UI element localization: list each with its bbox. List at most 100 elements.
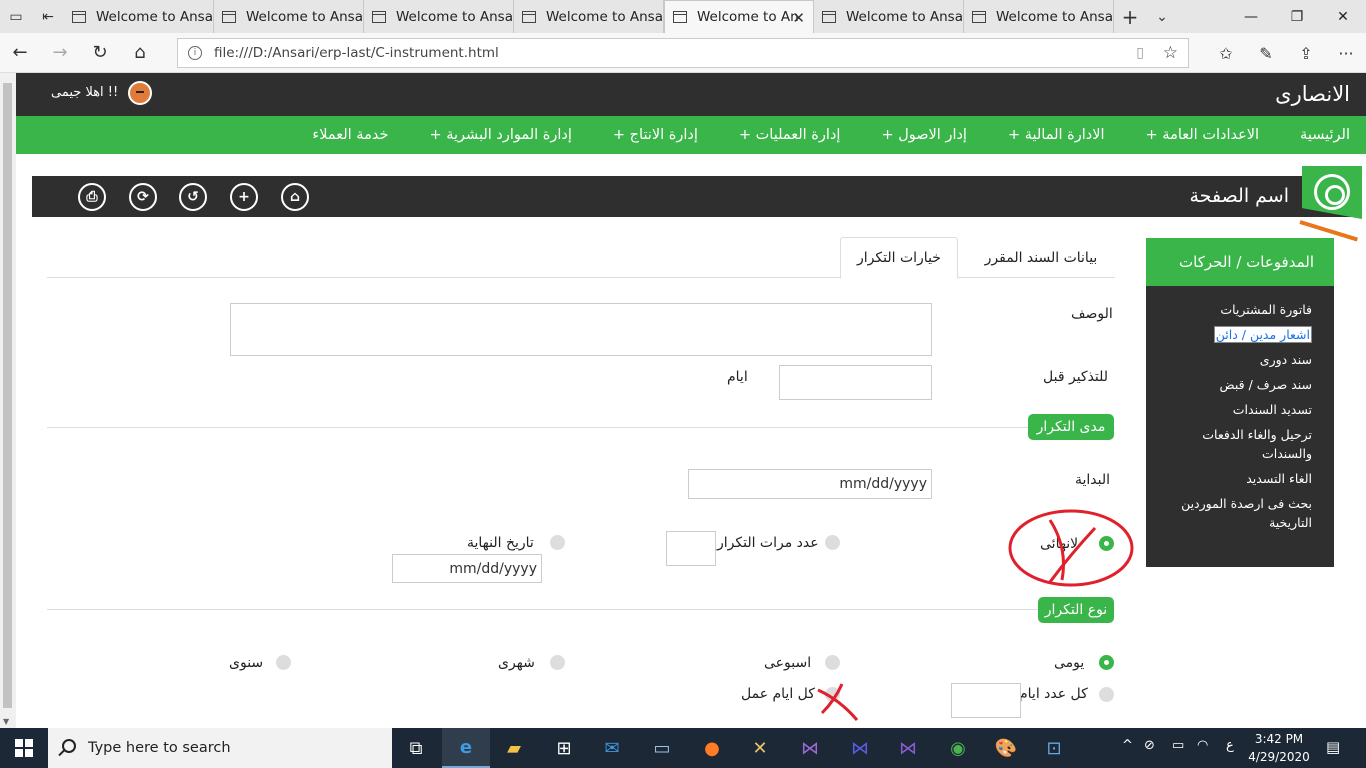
occurrences-radio[interactable]: [825, 535, 840, 550]
sidebar-item-settle-vouchers[interactable]: تسديد السندات: [1156, 400, 1312, 419]
yearly-radio[interactable]: [276, 655, 291, 670]
home-browser-icon[interactable]: ⌂: [120, 33, 160, 73]
every-workday-radio[interactable]: [825, 687, 840, 702]
info-icon[interactable]: i: [188, 46, 202, 60]
refresh-icon[interactable]: ⟳: [129, 183, 157, 211]
store-icon[interactable]: ⊞: [540, 728, 588, 768]
menu-item-finance[interactable]: الادارة المالية +: [1008, 127, 1105, 143]
no-end-radio[interactable]: [1099, 536, 1114, 551]
chrome-icon[interactable]: ◉: [934, 728, 982, 768]
set-tabs-aside-icon[interactable]: ⇤: [32, 0, 64, 33]
brand-name[interactable]: الانصارى: [1275, 82, 1350, 106]
back-icon[interactable]: ←: [0, 33, 40, 73]
tab-recurrence-options[interactable]: خيارات التكرار: [840, 237, 958, 279]
url-field[interactable]: i file:///D:/Ansari/erp-last/C-instrumen…: [177, 38, 1189, 68]
home-icon[interactable]: ⌂: [281, 183, 309, 211]
favorites-list-icon[interactable]: ✩: [1206, 33, 1246, 73]
occurrences-input[interactable]: [666, 531, 716, 566]
tools-icon[interactable]: ✕: [736, 728, 784, 768]
reading-view-icon[interactable]: ▯: [1136, 45, 1144, 61]
close-tab-icon[interactable]: ✕: [792, 9, 805, 27]
tab-voucher-data[interactable]: بيانات السند المقرر: [967, 237, 1115, 279]
menu-item-general-settings[interactable]: الاعدادات العامة +: [1146, 127, 1260, 143]
browser-tab[interactable]: Welcome to Ansari: [814, 0, 964, 33]
undo-icon[interactable]: ↺: [179, 183, 207, 211]
network-app-icon[interactable]: ⊡: [1030, 728, 1078, 768]
new-tab-icon[interactable]: +: [1114, 0, 1146, 33]
description-textarea[interactable]: [230, 303, 932, 356]
visual-studio-3-icon[interactable]: ⋈: [884, 728, 932, 768]
page-scrollbar[interactable]: ▼: [0, 73, 16, 728]
pen-notes-icon[interactable]: ✎: [1246, 33, 1286, 73]
reload-icon[interactable]: ↻: [80, 33, 120, 73]
weekly-radio[interactable]: [825, 655, 840, 670]
reminder-days-input[interactable]: [779, 365, 932, 400]
share-icon[interactable]: ⇪: [1286, 33, 1326, 73]
visual-studio-icon[interactable]: ⋈: [786, 728, 834, 768]
scrollbar-thumb[interactable]: [3, 83, 12, 708]
firefox-icon[interactable]: ●: [688, 728, 736, 768]
taskbar-search-box[interactable]: Type here to search: [48, 728, 392, 768]
menu-item-home[interactable]: الرئيسية: [1300, 127, 1350, 143]
every-n-days-radio[interactable]: [1099, 687, 1114, 702]
close-window-icon[interactable]: ✕: [1320, 0, 1366, 33]
scroll-down-icon[interactable]: ▼: [3, 717, 9, 726]
windows-start-icon[interactable]: [0, 728, 48, 768]
clock[interactable]: 3:42 PM 4/29/2020: [1246, 730, 1312, 766]
user-greeting[interactable]: اهلا جيمى !!: [51, 85, 118, 100]
mail-icon[interactable]: ✉: [588, 728, 636, 768]
avatar[interactable]: [128, 81, 152, 105]
computer-icon[interactable]: ▭: [638, 728, 686, 768]
monthly-label: شهرى: [498, 655, 535, 671]
browser-tab[interactable]: Welcome to Ansari: [514, 0, 664, 33]
plus-icon[interactable]: +: [230, 183, 258, 211]
tray-notification-off-icon[interactable]: ⊘: [1144, 738, 1155, 753]
sidebar-item-cancel-settlement[interactable]: الغاء التسديد: [1156, 469, 1312, 488]
tab-list-chevron-icon[interactable]: ⌄: [1146, 0, 1178, 33]
edge-browser-icon[interactable]: e: [442, 728, 490, 768]
start-date-input[interactable]: mm/dd/yyyy: [688, 469, 932, 499]
more-icon[interactable]: ···: [1326, 33, 1366, 73]
favorite-star-icon[interactable]: ☆: [1163, 43, 1178, 63]
action-center-icon[interactable]: ▤: [1326, 738, 1340, 756]
minimize-icon[interactable]: —: [1228, 0, 1274, 33]
sidebar-item-debit-credit-note[interactable]: اشعار مدين / دائن: [1156, 325, 1312, 344]
every-n-days-label: كل عدد ايام: [1019, 686, 1088, 702]
restore-icon[interactable]: ❐: [1274, 0, 1320, 33]
every-n-days-input[interactable]: [951, 683, 1021, 718]
forward-icon[interactable]: →: [40, 33, 80, 73]
browser-tab-active[interactable]: Welcome to An ✕: [664, 0, 814, 33]
task-view-icon[interactable]: ⧉: [392, 728, 440, 768]
sidebar-item-purchase-invoice[interactable]: فاتورة المشتريات: [1156, 300, 1312, 319]
browser-tab[interactable]: Welcome to Ansari: [214, 0, 364, 33]
sidebar-item-recurring-voucher[interactable]: سند دورى: [1156, 350, 1312, 369]
daily-radio[interactable]: [1099, 655, 1114, 670]
end-date-input[interactable]: mm/dd/yyyy: [392, 554, 542, 583]
print-icon[interactable]: ⎙: [78, 183, 106, 211]
menu-item-customer-service[interactable]: خدمة العملاء: [312, 127, 388, 143]
app-header: الانصارى اهلا جيمى !!: [16, 73, 1366, 116]
visual-studio-2-icon[interactable]: ⋈: [836, 728, 884, 768]
menu-item-production[interactable]: إدارة الانتاج +: [613, 127, 698, 143]
language-indicator[interactable]: ع: [1226, 738, 1234, 753]
browser-tab[interactable]: Welcome to Ansari: [364, 0, 514, 33]
monthly-radio[interactable]: [550, 655, 565, 670]
browser-tab[interactable]: Welcome to Ansari: [64, 0, 214, 33]
no-end-label: لانهائى: [1040, 536, 1079, 552]
paint-icon[interactable]: 🎨: [982, 728, 1030, 768]
end-date-radio[interactable]: [550, 535, 565, 550]
menu-item-operations[interactable]: إدارة العمليات +: [739, 127, 841, 143]
browser-tab[interactable]: Welcome to Ansari: [964, 0, 1114, 33]
sidebar-item-historical-balances[interactable]: بحث فى ارصدة الموردين التاريخية: [1156, 494, 1312, 532]
page-toolbar: اسم الصفحة ⎙ ⟳ ↺ + ⌂: [32, 176, 1352, 217]
tab-actions-icon[interactable]: ▭: [0, 0, 32, 33]
menu-item-assets[interactable]: إدار الاصول +: [881, 127, 967, 143]
wifi-icon[interactable]: ◠: [1197, 738, 1208, 753]
menu-item-hr[interactable]: إدارة الموارد البشرية +: [429, 127, 571, 143]
tray-chevron-icon[interactable]: ^: [1122, 738, 1133, 753]
file-explorer-icon[interactable]: ▰: [490, 728, 538, 768]
battery-icon[interactable]: ▭: [1172, 738, 1184, 753]
daily-label: يومى: [1054, 655, 1085, 671]
sidebar-item-payment-receipt[interactable]: سند صرف / قبض: [1156, 375, 1312, 394]
sidebar-item-post-cancel[interactable]: ترحيل والغاء الدفعات والسندات: [1156, 425, 1312, 463]
